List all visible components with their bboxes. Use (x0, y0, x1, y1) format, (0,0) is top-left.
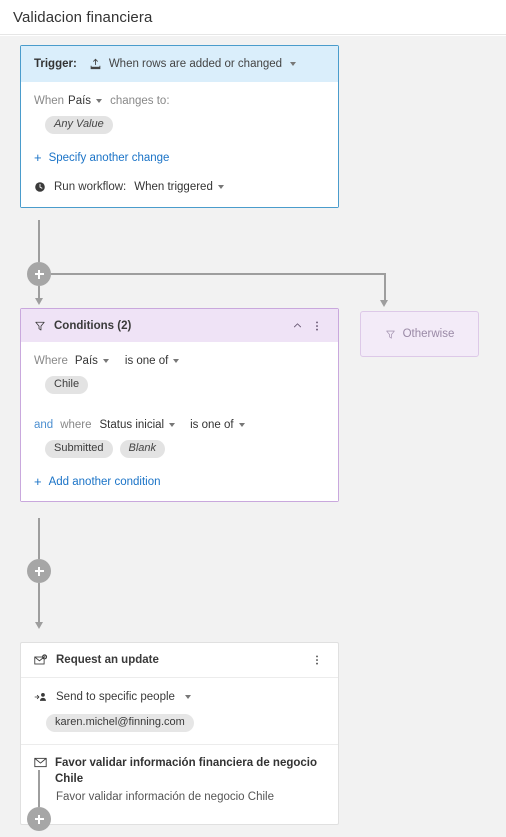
clock-icon (34, 181, 46, 193)
condition-2-operator-label: is one of (190, 419, 234, 431)
chevron-down-icon (238, 423, 245, 427)
add-step-button-2[interactable] (27, 559, 51, 583)
email-subject: Favor validar información financiera de … (55, 757, 318, 785)
add-another-condition-label: Add another condition (48, 475, 161, 488)
otherwise-label: Otherwise (402, 328, 455, 340)
condition-value-pill[interactable]: Submitted (45, 440, 113, 458)
envelope-icon (34, 757, 47, 768)
trigger-type-dropdown[interactable]: When rows are added or changed (89, 58, 297, 71)
condition-2-column-label: Status inicial (99, 419, 165, 431)
connector-trigger-to-node (38, 220, 40, 262)
recipient-mode-label: Send to specific people (56, 691, 175, 703)
connector-arrow-request (34, 622, 43, 629)
page-title: Validacion financiera (13, 8, 153, 26)
condition-2-column-dropdown[interactable]: Status inicial (100, 419, 176, 431)
condition-1-column-label: País (74, 355, 98, 367)
condition-2-prefix: where (60, 419, 92, 431)
condition-1-prefix: Where (34, 355, 68, 367)
plus-icon: + (34, 150, 42, 165)
trigger-card-header: Trigger: When rows are added or changed (21, 46, 338, 82)
condition-2-conjunction[interactable]: and (34, 419, 53, 431)
chevron-down-icon (173, 359, 180, 363)
trigger-card-body: When País changes to: Any Value + Specif… (21, 82, 338, 207)
chevron-up-icon (293, 323, 301, 328)
conditions-card[interactable]: Conditions (2) Where País is one of Chil… (20, 308, 339, 502)
request-update-body: Send to specific people karen.michel@fin… (21, 678, 338, 824)
collapse-conditions-button[interactable] (287, 316, 307, 336)
request-update-header: Request an update (21, 643, 338, 678)
run-workflow-row: Run workflow: When triggered (34, 181, 325, 193)
condition-1-operator-label: is one of (124, 355, 169, 367)
chevron-down-icon (102, 359, 109, 363)
add-step-button-1[interactable] (27, 262, 51, 286)
chevron-down-icon[interactable] (184, 695, 191, 699)
trigger-column-dropdown[interactable]: País (68, 95, 103, 107)
chevron-down-icon (169, 423, 176, 427)
trigger-changes-to-label: changes to: (110, 95, 170, 107)
condition-value-pill[interactable]: Blank (119, 440, 166, 458)
conditions-menu-button[interactable] (307, 316, 327, 336)
chevron-down-icon (217, 185, 224, 189)
filter-icon (34, 320, 46, 332)
request-update-title: Request an update (56, 654, 159, 666)
trigger-label: Trigger: (34, 58, 77, 70)
trigger-card[interactable]: Trigger: When rows are added or changed … (20, 45, 339, 208)
condition-1-operator-dropdown[interactable]: is one of (124, 355, 180, 367)
trigger-value-pill[interactable]: Any Value (45, 116, 113, 134)
request-divider (21, 744, 338, 745)
connector-arrow-otherwise (380, 300, 388, 307)
trigger-value-pill-row: Any Value (34, 116, 325, 134)
condition-1-row: Where País is one of (34, 355, 325, 367)
chevron-down-icon (290, 62, 297, 66)
condition-2-values: Submitted Blank (34, 440, 325, 458)
trigger-when-row: When País changes to: (34, 95, 325, 107)
email-subject-row[interactable]: Favor validar información financiera de … (34, 756, 325, 787)
add-another-condition-link[interactable]: + Add another condition (34, 475, 325, 488)
email-body: Favor validar información de negocio Chi… (56, 791, 274, 804)
workflow-canvas[interactable]: Trigger: When rows are added or changed … (0, 36, 506, 837)
page-header: Validacion financiera (0, 0, 506, 35)
filter-icon (385, 329, 396, 340)
condition-2-row: and where Status inicial is one of (34, 419, 325, 431)
conditions-card-header: Conditions (2) (21, 309, 338, 342)
kebab-menu-icon (316, 320, 318, 331)
trigger-when-label: When (34, 95, 65, 107)
run-workflow-label: Run workflow: (54, 181, 127, 193)
connector-branch-horizontal (51, 273, 385, 275)
connector-arrow-conditions (34, 298, 43, 305)
condition-1-values: Chile (34, 376, 325, 394)
connector-request-to-final-node (38, 770, 40, 807)
otherwise-branch-box[interactable]: Otherwise (360, 311, 479, 357)
recipient-pill-row: karen.michel@finning.com (34, 714, 325, 732)
conditions-title: Conditions (2) (54, 319, 132, 332)
condition-value-pill[interactable]: Chile (45, 376, 89, 394)
recipient-mode-row: Send to specific people (34, 691, 325, 703)
specify-another-change-link[interactable]: + Specify another change (34, 151, 325, 164)
add-person-icon (34, 691, 48, 703)
run-workflow-dropdown[interactable]: When triggered (134, 181, 224, 193)
recipient-pill[interactable]: karen.michel@finning.com (46, 714, 194, 732)
run-workflow-value: When triggered (134, 181, 213, 193)
trigger-type-label: When rows are added or changed (108, 58, 283, 70)
request-update-icon (34, 653, 48, 667)
chevron-down-icon (96, 99, 103, 103)
connector-branch-vertical-right (384, 273, 386, 302)
specify-another-change-label: Specify another change (48, 151, 170, 164)
trigger-column-label: País (68, 95, 92, 107)
plus-icon: + (34, 474, 42, 489)
condition-2-operator-dropdown[interactable]: is one of (190, 419, 245, 431)
conditions-card-body: Where País is one of Chile and where Sta… (21, 342, 338, 501)
condition-1-column-dropdown[interactable]: País (75, 355, 109, 367)
request-update-card[interactable]: Request an update Send to specific peopl… (20, 642, 339, 825)
kebab-menu-icon (316, 655, 318, 665)
connector-conditions-to-node (38, 518, 40, 559)
add-step-button-3[interactable] (27, 807, 51, 831)
request-update-menu-button[interactable] (307, 650, 327, 670)
upload-rows-icon (89, 58, 102, 71)
connector-node-to-request (38, 583, 40, 624)
